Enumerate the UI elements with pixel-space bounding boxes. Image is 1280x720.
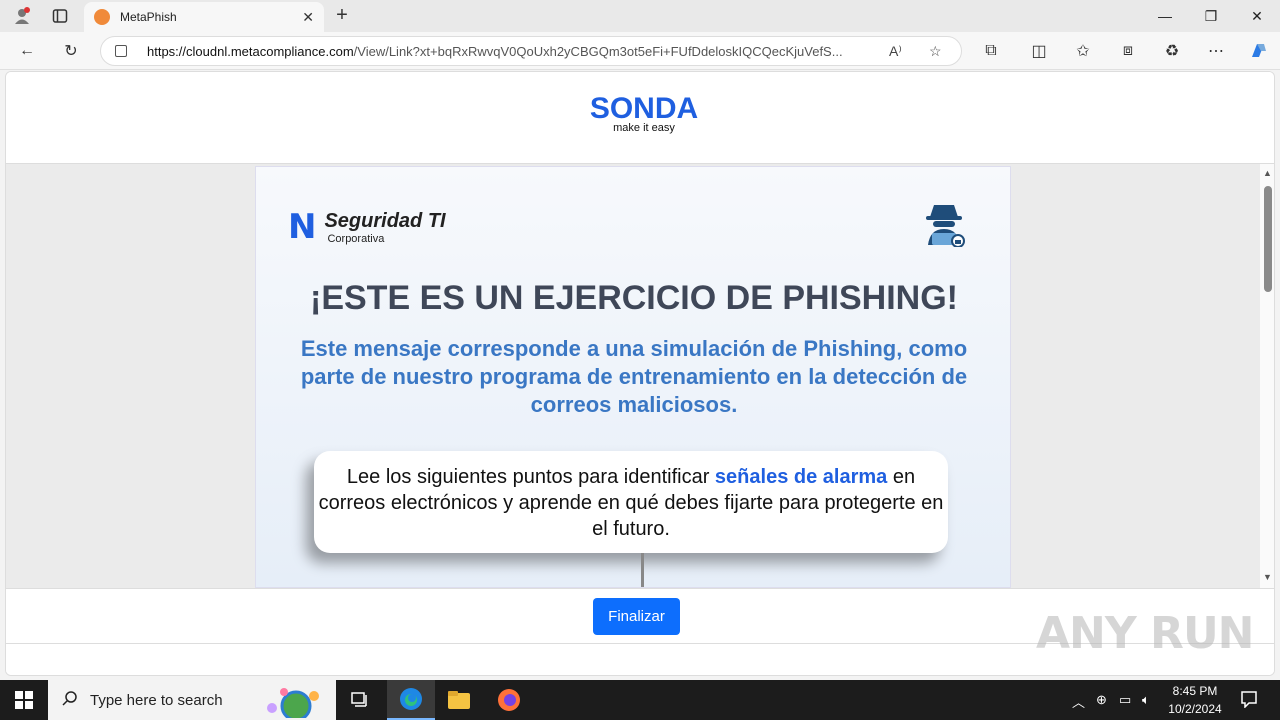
decorative-stem bbox=[641, 553, 644, 587]
task-view-icon[interactable] bbox=[336, 680, 384, 720]
show-hidden-icons-icon[interactable]: ︿ bbox=[1072, 692, 1085, 711]
instructions-box: Lee los siguientes puntos para identific… bbox=[314, 451, 948, 553]
copilot-icon[interactable] bbox=[1245, 39, 1271, 63]
edge-taskbar-icon[interactable] bbox=[387, 680, 435, 720]
tab-strip: MetaPhish ✕ + — ❐ ✕ bbox=[0, 0, 1280, 32]
volume-icon[interactable]: 🔈︎ bbox=[1142, 692, 1150, 708]
minimize-button[interactable]: — bbox=[1142, 0, 1188, 32]
back-button[interactable]: ← bbox=[14, 39, 40, 63]
search-icon bbox=[62, 690, 78, 711]
read-aloud-icon[interactable]: A⁾ bbox=[889, 43, 902, 60]
notifications-icon[interactable] bbox=[1240, 690, 1258, 711]
sonda-logo-text: SONDA bbox=[589, 92, 699, 125]
more-menu-icon[interactable]: ⋯ bbox=[1203, 39, 1229, 63]
search-highlight-globe-icon bbox=[258, 684, 328, 720]
brand-n-logo-icon: N bbox=[288, 207, 317, 247]
anyrun-watermark: ANY RUN bbox=[1036, 608, 1254, 659]
taskbar-search-box[interactable]: Type here to search bbox=[48, 680, 336, 720]
instructions-highlight: señales de alarma bbox=[714, 466, 888, 488]
instructions-text-start: Lee los siguientes puntos para identific… bbox=[346, 466, 715, 488]
restore-button[interactable]: ❐ bbox=[1188, 0, 1234, 32]
collections-icon[interactable]: ⧈ bbox=[1115, 39, 1141, 63]
clock-time: 8:45 PM bbox=[1172, 684, 1218, 698]
search-placeholder: Type here to search bbox=[90, 691, 223, 709]
profile-icon[interactable] bbox=[8, 4, 36, 28]
tab-title: MetaPhish bbox=[120, 10, 177, 24]
scrollbar-thumb[interactable] bbox=[1264, 186, 1272, 292]
phishing-notice-card: N Seguridad TI Corporativa ¡ESTE ES UN E… bbox=[255, 166, 1011, 588]
address-bar[interactable]: https://cloudnl.metacompliance.com/View/… bbox=[100, 36, 962, 66]
refresh-button[interactable]: ↻ bbox=[58, 39, 84, 63]
brand-subtitle: Corporativa bbox=[327, 232, 385, 245]
network-status-icon[interactable]: ⊕ bbox=[1096, 692, 1107, 708]
scroll-down-icon[interactable]: ▼ bbox=[1263, 572, 1272, 582]
metaphish-favicon-icon bbox=[94, 9, 110, 25]
display-icon[interactable]: ▭ bbox=[1119, 692, 1131, 708]
new-tab-button[interactable]: + bbox=[330, 4, 354, 28]
clock-date: 10/2/2024 bbox=[1168, 702, 1222, 716]
lock-icon bbox=[115, 45, 127, 57]
finalizar-button[interactable]: Finalizar bbox=[593, 598, 680, 635]
split-screen-icon[interactable]: ◫ bbox=[1026, 39, 1052, 63]
performance-icon[interactable]: ♻ bbox=[1159, 39, 1185, 63]
vertical-scrollbar[interactable]: ▲ ▼ bbox=[1260, 164, 1274, 588]
brand-title: Seguridad TI bbox=[324, 209, 446, 232]
firefox-icon[interactable] bbox=[485, 680, 533, 720]
windows-start-icon[interactable] bbox=[0, 680, 48, 720]
sonda-logo: SONDA make it easy bbox=[584, 92, 704, 134]
system-clock[interactable]: 8:45 PM 10/2/2024 bbox=[1158, 682, 1232, 718]
scroll-up-icon[interactable]: ▲ bbox=[1263, 168, 1272, 178]
sonda-header: SONDA make it easy bbox=[6, 72, 1274, 164]
favorites-icon[interactable]: ✩ bbox=[1070, 39, 1096, 63]
tab-actions-icon[interactable] bbox=[46, 4, 74, 28]
hacker-icon bbox=[922, 201, 966, 248]
extensions-icon[interactable]: ⧉ bbox=[978, 39, 1004, 63]
favorite-star-icon[interactable]: ☆ bbox=[929, 43, 942, 60]
page-viewport: SONDA make it easy N Seguridad TI Corpor… bbox=[5, 71, 1275, 676]
seguridad-ti-brand: N Seguridad TI Corporativa bbox=[288, 207, 446, 247]
content-scroll-area[interactable]: N Seguridad TI Corporativa ¡ESTE ES UN E… bbox=[6, 164, 1274, 588]
file-explorer-icon[interactable] bbox=[435, 680, 483, 720]
phishing-headline: ¡ESTE ES UN EJERCICIO DE PHISHING! bbox=[310, 279, 958, 317]
simulation-explanation: Este mensaje corresponde a una simulació… bbox=[300, 336, 968, 417]
close-window-button[interactable]: ✕ bbox=[1234, 0, 1280, 32]
address-bar-row: ← ↻ https://cloudnl.metacompliance.com/V… bbox=[0, 32, 1280, 70]
screen: MetaPhish ✕ + — ❐ ✕ ← ↻ https://cloudnl.… bbox=[0, 0, 1280, 720]
tab-metaphish[interactable]: MetaPhish ✕ bbox=[84, 2, 324, 32]
taskbar: Type here to search ︿ ⊕ ▭ 🔈︎ 8:45 PM 10/… bbox=[0, 680, 1280, 720]
url-text: https://cloudnl.metacompliance.com/View/… bbox=[147, 43, 843, 59]
close-tab-icon[interactable]: ✕ bbox=[302, 9, 314, 26]
